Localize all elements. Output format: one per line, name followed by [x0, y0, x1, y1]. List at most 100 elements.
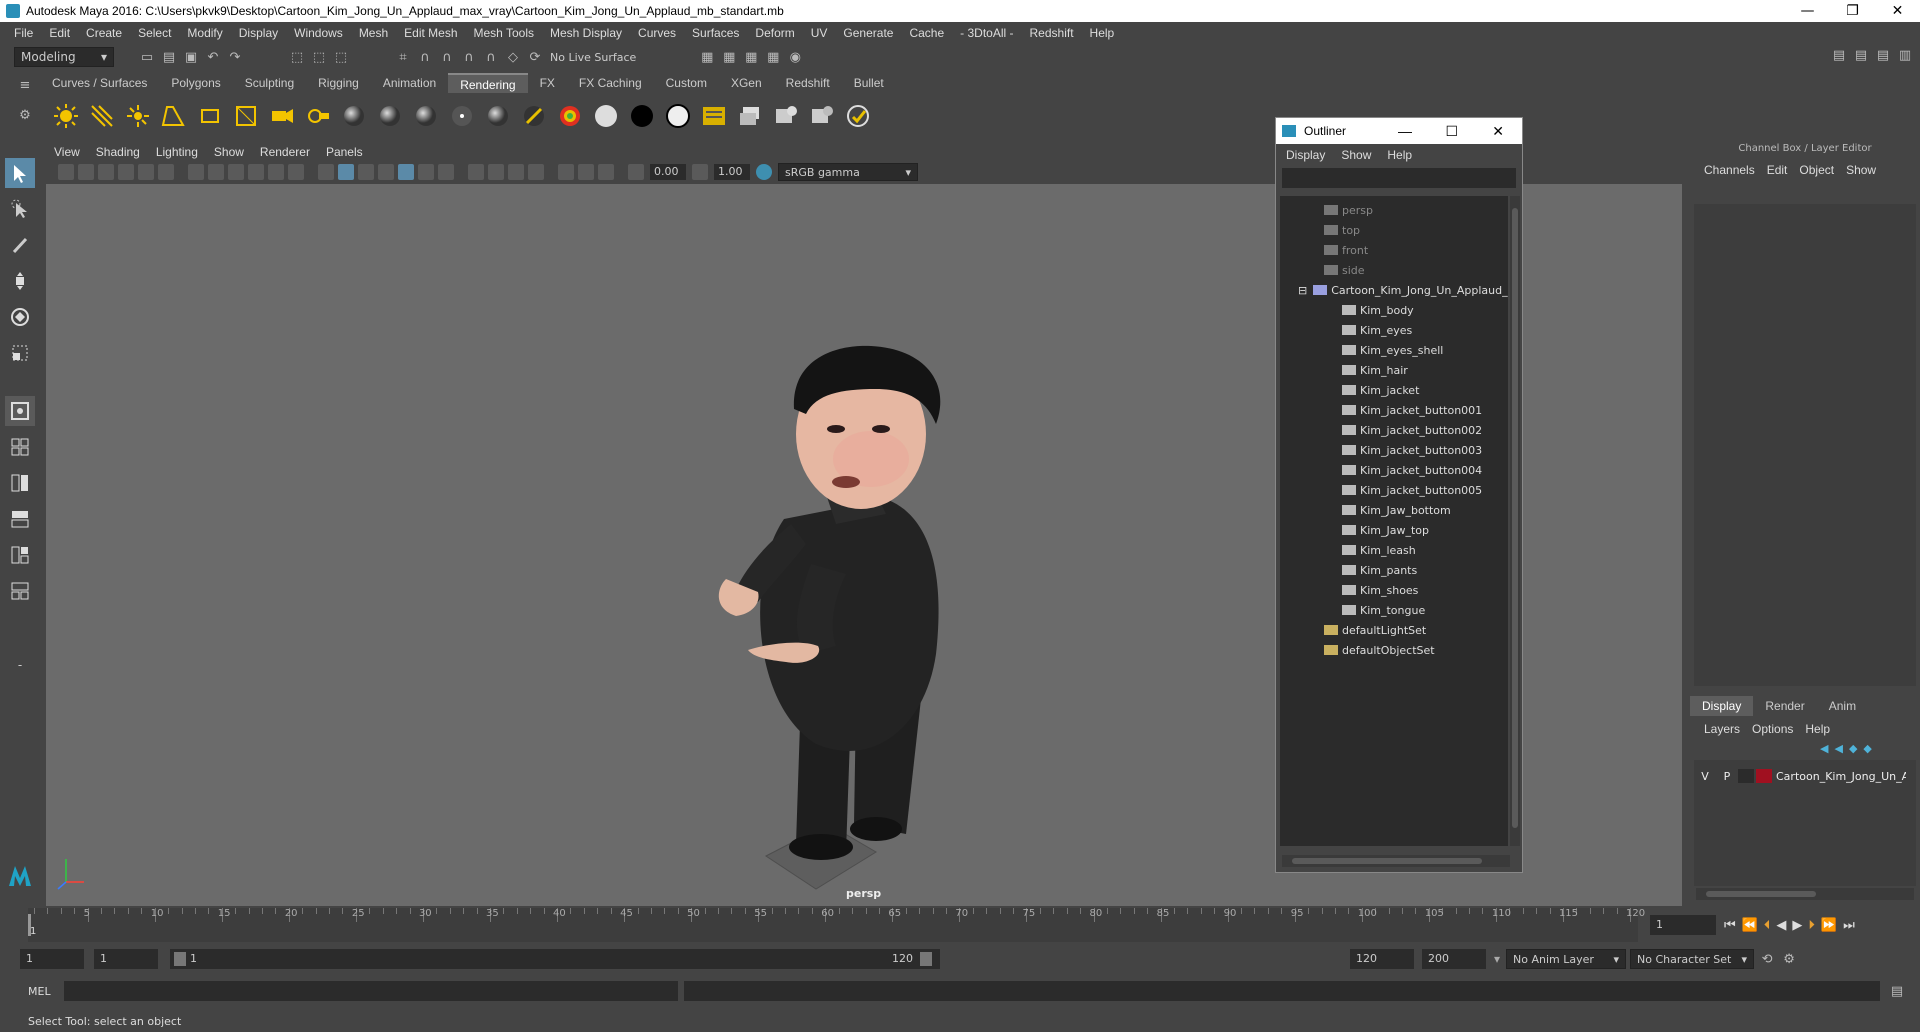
outliner-close-button[interactable]: ✕ [1492, 123, 1504, 140]
script-language-label[interactable]: MEL [28, 985, 60, 998]
grease-pencil-icon[interactable] [158, 164, 174, 180]
channel-box-icon[interactable]: ▤ [1874, 46, 1892, 64]
menu-mesh-tools[interactable]: Mesh Tools [466, 26, 542, 40]
render-settings-icon[interactable]: ▦ [698, 48, 716, 66]
select-tool-icon[interactable] [5, 158, 35, 188]
ambient-occlusion-icon[interactable] [438, 164, 454, 180]
step-back-frame-icon[interactable]: ⏴ [1764, 918, 1771, 933]
mesh-item[interactable]: Kim_jacket_button004 [1342, 460, 1482, 480]
layer-menu-layers[interactable]: Layers [1698, 722, 1746, 736]
render-current-frame-icon[interactable] [734, 100, 766, 132]
layer-tab-anim[interactable]: Anim [1817, 696, 1868, 716]
area-light-icon[interactable] [194, 100, 226, 132]
colorspace-dropdown[interactable]: sRGB gamma ▾ [778, 163, 918, 181]
camera-attributes-icon[interactable] [78, 164, 94, 180]
layer-hscrollbar[interactable] [1696, 888, 1914, 900]
surface-shader-icon[interactable] [482, 100, 514, 132]
range-slider[interactable]: 1 120 [170, 949, 940, 969]
smooth-shade-icon[interactable] [338, 164, 354, 180]
outliner-menu-help[interactable]: Help [1379, 148, 1420, 162]
xray-components-icon[interactable] [598, 164, 614, 180]
menu-display[interactable]: Display [231, 26, 286, 40]
close-button[interactable]: ✕ [1875, 0, 1920, 22]
character-set-dropdown[interactable]: No Character Set ▾ [1630, 949, 1755, 969]
paint-select-tool-icon[interactable] [5, 230, 35, 260]
field-chart-icon[interactable] [268, 164, 284, 180]
move-tool-icon[interactable] [5, 266, 35, 296]
shelf-tab-animation[interactable]: Animation [371, 73, 448, 93]
snap-curve-icon[interactable]: ∩ [416, 48, 434, 66]
hypershade-icon[interactable]: ◉ [786, 48, 804, 66]
attribute-editor-icon[interactable]: ▤ [1852, 46, 1870, 64]
new-layer-icon[interactable]: ◆ [1849, 742, 1857, 755]
mesh-item[interactable]: Kim_jacket_button002 [1342, 420, 1482, 440]
xray-icon[interactable] [558, 164, 574, 180]
snap-view-icon[interactable]: ∩ [460, 48, 478, 66]
maximize-button[interactable]: ❐ [1830, 0, 1875, 22]
black-material-icon[interactable] [626, 100, 658, 132]
shelf-menu-icon[interactable]: ≡ [16, 76, 34, 94]
point-light-icon[interactable] [122, 100, 154, 132]
go-to-end-icon[interactable]: ⏭ [1843, 918, 1855, 933]
gamma-icon[interactable] [692, 164, 708, 180]
ramp-material-icon[interactable] [518, 100, 550, 132]
gate-mask-icon[interactable] [248, 164, 264, 180]
shelf-tab-curves[interactable]: Curves / Surfaces [40, 73, 159, 93]
step-forward-key-icon[interactable]: ⏩ [1821, 918, 1837, 933]
outliner-search-field[interactable] [1282, 168, 1516, 188]
hypershade-layout-icon[interactable] [5, 540, 35, 570]
outliner-menu-show[interactable]: Show [1333, 148, 1379, 162]
set-item[interactable]: defaultLightSet [1324, 620, 1426, 640]
menu-curves[interactable]: Curves [630, 26, 684, 40]
mesh-item[interactable]: Kim_Jaw_bottom [1342, 500, 1451, 520]
time-slider[interactable]: 1 5 10 15 20 25 30 35 40 45 50 55 60 65 70 75 80 85 90 95 1… [28, 908, 1645, 942]
menu-3dtoall[interactable]: - 3DtoAll - [952, 26, 1021, 40]
shelf-tab-bullet[interactable]: Bullet [842, 73, 896, 93]
persp-outliner-layout-icon[interactable] [5, 468, 35, 498]
mesh-item[interactable]: Kim_body [1342, 300, 1414, 320]
outliner-vertical-scrollbar[interactable] [1510, 196, 1520, 846]
color-management-icon[interactable] [756, 164, 772, 180]
tool-settings-icon[interactable]: ▥ [1896, 46, 1914, 64]
viewport-menu-renderer[interactable]: Renderer [252, 145, 318, 159]
live-surface-label[interactable]: No Live Surface [550, 51, 636, 64]
menu-create[interactable]: Create [78, 26, 130, 40]
undo-icon[interactable]: ↶ [204, 48, 222, 66]
outliner-hscroll-thumb[interactable] [1292, 858, 1482, 864]
lasso-tool-icon[interactable] [5, 194, 35, 224]
command-input[interactable] [64, 981, 678, 1001]
camera-aim-icon[interactable] [302, 100, 334, 132]
layer-row[interactable]: V P Cartoon_Kim_Jong_Un_A [1694, 766, 1916, 786]
new-scene-icon[interactable]: ▭ [138, 48, 156, 66]
camera-item[interactable]: persp [1324, 200, 1373, 220]
menu-edit[interactable]: Edit [41, 26, 78, 40]
auto-key-icon[interactable]: ⟲ [1758, 950, 1776, 968]
move-layer-up-icon[interactable]: ◀ [1820, 742, 1828, 755]
outliner-scroll-thumb[interactable] [1512, 208, 1518, 828]
wireframe-icon[interactable] [318, 164, 334, 180]
layered-material-icon[interactable] [662, 100, 694, 132]
ipr-render-icon[interactable]: ▦ [764, 48, 782, 66]
menu-help[interactable]: Help [1082, 26, 1123, 40]
layer-reference-toggle[interactable] [1738, 769, 1754, 783]
motion-blur-icon[interactable] [468, 164, 484, 180]
shelf-tab-sculpting[interactable]: Sculpting [233, 73, 306, 93]
mia-material-icon[interactable] [554, 100, 586, 132]
render-settings-shelf-icon[interactable] [698, 100, 730, 132]
animation-preferences-icon[interactable]: ⚙ [1780, 950, 1798, 968]
menu-mesh-display[interactable]: Mesh Display [542, 26, 630, 40]
layer-hscroll-thumb[interactable] [1706, 891, 1816, 897]
depth-of-field-icon[interactable] [508, 164, 524, 180]
snap-live-icon[interactable]: ⟳ [526, 48, 544, 66]
four-view-layout-icon[interactable] [5, 432, 35, 462]
custom-layout-icon[interactable] [5, 576, 35, 606]
menu-windows[interactable]: Windows [286, 26, 351, 40]
layer-color-swatch[interactable] [1756, 769, 1772, 783]
script-editor-icon[interactable]: ▤ [1888, 982, 1906, 1000]
snap-point-icon[interactable]: ∩ [438, 48, 456, 66]
shelf-tab-rendering[interactable]: Rendering [448, 73, 528, 93]
go-to-start-icon[interactable]: ⏮ [1724, 918, 1736, 933]
volume-light-icon[interactable] [230, 100, 262, 132]
layer-tab-render[interactable]: Render [1753, 696, 1816, 716]
channel-menu-object[interactable]: Object [1793, 163, 1840, 177]
